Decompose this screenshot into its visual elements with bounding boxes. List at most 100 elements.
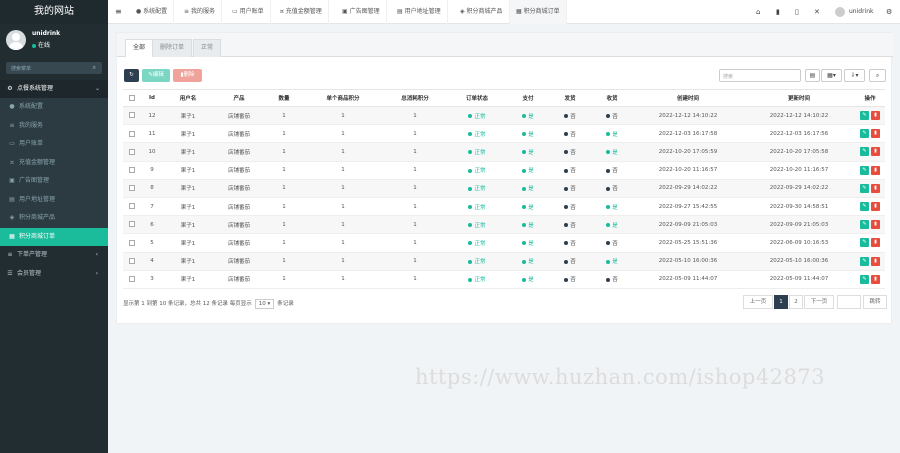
cell-pay[interactable]: 是 — [507, 270, 549, 289]
cell-pay[interactable]: 是 — [507, 197, 549, 217]
delete-button[interactable]: ▮删除 — [173, 69, 202, 82]
trash-icon[interactable]: ▮ — [776, 0, 780, 24]
refresh-button[interactable]: ↻ — [124, 69, 139, 82]
cell-status[interactable]: 正常 — [447, 179, 507, 198]
columns-icon[interactable]: ▦▾ — [821, 69, 842, 82]
header-select-all[interactable] — [123, 89, 141, 107]
tab-normal[interactable]: 正常 — [193, 39, 222, 57]
header-id[interactable]: Id — [141, 89, 163, 107]
cell-pay[interactable]: 是 — [507, 252, 549, 271]
row-edit-button[interactable]: ✎ — [860, 202, 869, 212]
cell-recv[interactable]: 是 — [591, 252, 633, 271]
tab-config[interactable]: ● 系统配置 — [130, 0, 175, 24]
checkbox[interactable] — [129, 112, 135, 119]
table-row[interactable]: 11 果子1 店铺番茄 1 1 1 正常是否是 2022-12-03 16:17:58 2022… — [123, 124, 885, 144]
sidebar-item-bill[interactable]: ▭ 用户账单 — [0, 135, 108, 154]
tab-ads[interactable]: ▣ 广告图管理 — [336, 0, 387, 24]
page-size-select[interactable]: 10 ▾ — [254, 299, 275, 309]
page-2-button[interactable]: 2 — [789, 295, 803, 309]
row-delete-button[interactable]: ▮ — [871, 220, 880, 230]
sidebar-item-points-orders[interactable]: ▦ 积分商城订单 — [0, 227, 108, 246]
cell-recv[interactable]: 是 — [591, 124, 633, 144]
row-select[interactable] — [123, 233, 141, 253]
cell-recv[interactable]: 否 — [591, 161, 633, 180]
home-icon[interactable]: ⌂ — [756, 0, 760, 24]
sidebar-item-config[interactable]: ● 系统配置 — [0, 98, 108, 117]
cell-status[interactable]: 正常 — [447, 142, 507, 162]
cell-ship[interactable]: 否 — [549, 142, 591, 162]
cell-status[interactable]: 正常 — [447, 197, 507, 217]
checkbox[interactable] — [129, 276, 135, 283]
toggle-view-icon[interactable]: ▤ — [805, 69, 820, 82]
tab-points-products[interactable]: ◈ 积分商城产品 — [454, 0, 510, 24]
checkbox[interactable] — [129, 221, 135, 228]
row-select[interactable] — [123, 124, 141, 144]
tab-bill[interactable]: ▭ 用户账单 — [226, 0, 271, 24]
cell-pay[interactable]: 是 — [507, 161, 549, 180]
checkbox[interactable] — [129, 166, 135, 173]
cell-status[interactable]: 正常 — [447, 233, 507, 253]
row-delete-button[interactable]: ▮ — [871, 238, 880, 248]
table-row[interactable]: 8 果子1 店铺番茄 1 1 1 正常是否否 2022-09-29 14:02:22 2022-… — [123, 179, 885, 198]
cell-status[interactable]: 正常 — [447, 106, 507, 126]
cell-pay[interactable]: 是 — [507, 179, 549, 198]
page-jump-input[interactable] — [837, 295, 861, 309]
row-select[interactable] — [123, 252, 141, 271]
tab-deleted[interactable]: 删除订单 — [152, 39, 193, 57]
next-page-button[interactable]: 下一页 — [804, 295, 834, 309]
search-icon[interactable]: ⌕ — [869, 69, 886, 82]
cell-status[interactable]: 正常 — [447, 215, 507, 235]
language-icon[interactable]: ▯ — [795, 0, 799, 24]
cell-ship[interactable]: 否 — [549, 233, 591, 253]
checkbox[interactable] — [129, 239, 135, 246]
row-delete-button[interactable]: ▮ — [871, 183, 880, 193]
cell-ship[interactable]: 否 — [549, 270, 591, 289]
page-1-button[interactable]: 1 — [774, 295, 788, 309]
cell-status[interactable]: 正常 — [447, 161, 507, 180]
tab-service[interactable]: ≡ 我的服务 — [178, 0, 222, 24]
table-row[interactable]: 6 果子1 店铺番茄 1 1 1 正常是否是 2022-09-09 21:05:03 2022-… — [123, 215, 885, 235]
sidebar-item-service[interactable]: ≡ 我的服务 — [0, 116, 108, 135]
row-delete-button[interactable]: ▮ — [871, 202, 880, 212]
search-icon[interactable]: ⌕ — [93, 64, 96, 72]
cell-ship[interactable]: 否 — [549, 179, 591, 198]
cell-ship[interactable]: 否 — [549, 106, 591, 126]
row-edit-button[interactable]: ✎ — [860, 147, 869, 157]
cell-recv[interactable]: 是 — [591, 197, 633, 217]
row-delete-button[interactable]: ▮ — [871, 147, 880, 157]
table-row[interactable]: 3 果子1 店铺番茄 1 1 1 正常是否否 2022-05-09 11:44:07 2022-… — [123, 270, 885, 289]
sidebar-item-recharge[interactable]: ¤ 充值金额管理 — [0, 153, 108, 172]
tab-points-orders[interactable]: ▦ 积分商城订单 — [510, 0, 567, 24]
top-avatar[interactable] — [835, 7, 845, 17]
cell-status[interactable]: 正常 — [447, 252, 507, 271]
edit-button[interactable]: ✎编辑 — [142, 69, 170, 82]
fullscreen-icon[interactable]: ✕ — [814, 0, 820, 24]
checkbox[interactable] — [129, 185, 135, 192]
row-delete-button[interactable]: ▮ — [871, 165, 880, 175]
sidebar-item-members[interactable]: ☰ 会员管理 ‹ — [0, 265, 108, 284]
table-row[interactable]: 4 果子1 店铺番茄 1 1 1 正常是否是 2022-05-10 16:00:36 2022-… — [123, 252, 885, 271]
row-select[interactable] — [123, 142, 141, 162]
sidebar-item-ads[interactable]: ▣ 广告图管理 — [0, 172, 108, 191]
cell-pay[interactable]: 是 — [507, 124, 549, 144]
cell-ship[interactable]: 否 — [549, 124, 591, 144]
row-edit-button[interactable]: ✎ — [860, 111, 869, 121]
top-user-name[interactable]: unidrink — [849, 0, 874, 24]
sidebar-item-points-products[interactable]: ◈ 积分商城产品 — [0, 209, 108, 228]
hamburger-icon[interactable]: ≡ — [115, 0, 122, 24]
sidebar-item-orders[interactable]: ≡ 下单产管理 ‹ — [0, 246, 108, 265]
row-edit-button[interactable]: ✎ — [860, 238, 869, 248]
row-select[interactable] — [123, 270, 141, 289]
checkbox[interactable] — [129, 130, 135, 137]
cell-recv[interactable]: 否 — [591, 106, 633, 126]
row-select[interactable] — [123, 215, 141, 235]
menu-group-ordering[interactable]: ⚙ 点餐系统管理 ⌄ — [0, 80, 108, 98]
sidebar-search-input[interactable]: 搜索菜单 ⌕ — [6, 62, 102, 74]
row-edit-button[interactable]: ✎ — [860, 165, 869, 175]
table-row[interactable]: 7 果子1 店铺番茄 1 1 1 正常是否是 2022-09-27 15:42:55 2022-… — [123, 197, 885, 217]
row-select[interactable] — [123, 179, 141, 198]
checkbox[interactable] — [129, 94, 135, 101]
row-delete-button[interactable]: ▮ — [871, 274, 880, 284]
checkbox[interactable] — [129, 148, 135, 155]
page-jump-button[interactable]: 跳转 — [863, 295, 887, 309]
